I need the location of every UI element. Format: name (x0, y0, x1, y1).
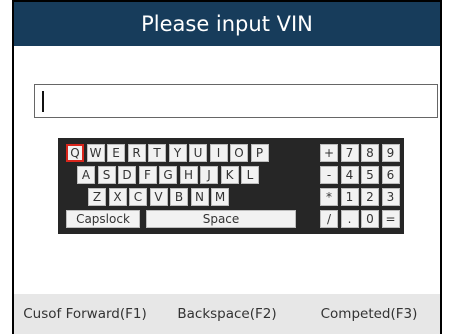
keypad-3[interactable]: 3 (381, 188, 400, 206)
backspace-button[interactable]: Backspace(F2) (156, 294, 298, 334)
key-l[interactable]: L (241, 166, 259, 184)
keypad-9[interactable]: 9 (381, 144, 400, 162)
key-d[interactable]: D (118, 166, 136, 184)
vin-input-screen: Please input VIN QWERTYUIOP ASDFGHJKL ZXCV… (12, 0, 442, 334)
key-o[interactable]: O (230, 144, 248, 162)
key-s[interactable]: S (97, 166, 116, 184)
keypad-2[interactable]: 2 (361, 188, 379, 206)
cursor-forward-button[interactable]: Cusof Forward(F1) (14, 294, 156, 334)
key-i[interactable]: I (209, 144, 228, 162)
key-p[interactable]: P (250, 144, 269, 162)
text-cursor (42, 91, 44, 112)
key-v[interactable]: V (149, 188, 168, 206)
key-t[interactable]: T (148, 144, 166, 162)
key-x[interactable]: X (108, 188, 127, 206)
key-f[interactable]: F (138, 166, 157, 184)
completed-button[interactable]: Competed(F3) (298, 294, 440, 334)
keypad-6[interactable]: 6 (381, 166, 400, 184)
key-z[interactable]: Z (88, 188, 106, 206)
keypad-multiply[interactable]: * (320, 188, 338, 206)
keypad-0[interactable]: 0 (361, 210, 379, 228)
key-a[interactable]: A (77, 166, 95, 184)
keypad-7[interactable]: 7 (340, 144, 359, 162)
title-bar: Please input VIN (14, 2, 440, 46)
keypad-minus[interactable]: - (320, 166, 338, 184)
keypad-divide[interactable]: / (320, 210, 338, 228)
key-e[interactable]: E (107, 144, 125, 162)
vin-input-field[interactable] (34, 84, 438, 118)
page-title: Please input VIN (141, 12, 313, 36)
on-screen-keyboard: Q W E R T Y U I O P A S D F G H J K L Z X C V B N M Capslock Space +… (58, 138, 404, 234)
key-w[interactable]: W (86, 144, 105, 162)
capslock-key[interactable]: Capslock (66, 210, 140, 228)
function-bar: Cusof Forward(F1) Backspace(F2) Competed… (14, 294, 440, 334)
keypad-dot[interactable]: . (340, 210, 359, 228)
key-g[interactable]: G (159, 166, 177, 184)
key-y[interactable]: Y (168, 144, 187, 162)
key-b[interactable]: B (170, 188, 188, 206)
key-q[interactable]: Q (66, 144, 84, 162)
keypad-4[interactable]: 4 (340, 166, 359, 184)
keypad-5[interactable]: 5 (361, 166, 379, 184)
key-m[interactable]: M (211, 188, 229, 206)
keypad-plus[interactable]: + (320, 144, 338, 162)
key-u[interactable]: U (189, 144, 207, 162)
key-h[interactable]: H (179, 166, 198, 184)
key-r[interactable]: R (127, 144, 146, 162)
keypad-equals[interactable]: = (381, 210, 400, 228)
key-n[interactable]: N (190, 188, 209, 206)
key-j[interactable]: J (200, 166, 218, 184)
space-key[interactable]: Space (146, 210, 296, 228)
key-k[interactable]: K (220, 166, 239, 184)
keypad-1[interactable]: 1 (340, 188, 359, 206)
key-c[interactable]: C (129, 188, 147, 206)
keypad-8[interactable]: 8 (361, 144, 379, 162)
